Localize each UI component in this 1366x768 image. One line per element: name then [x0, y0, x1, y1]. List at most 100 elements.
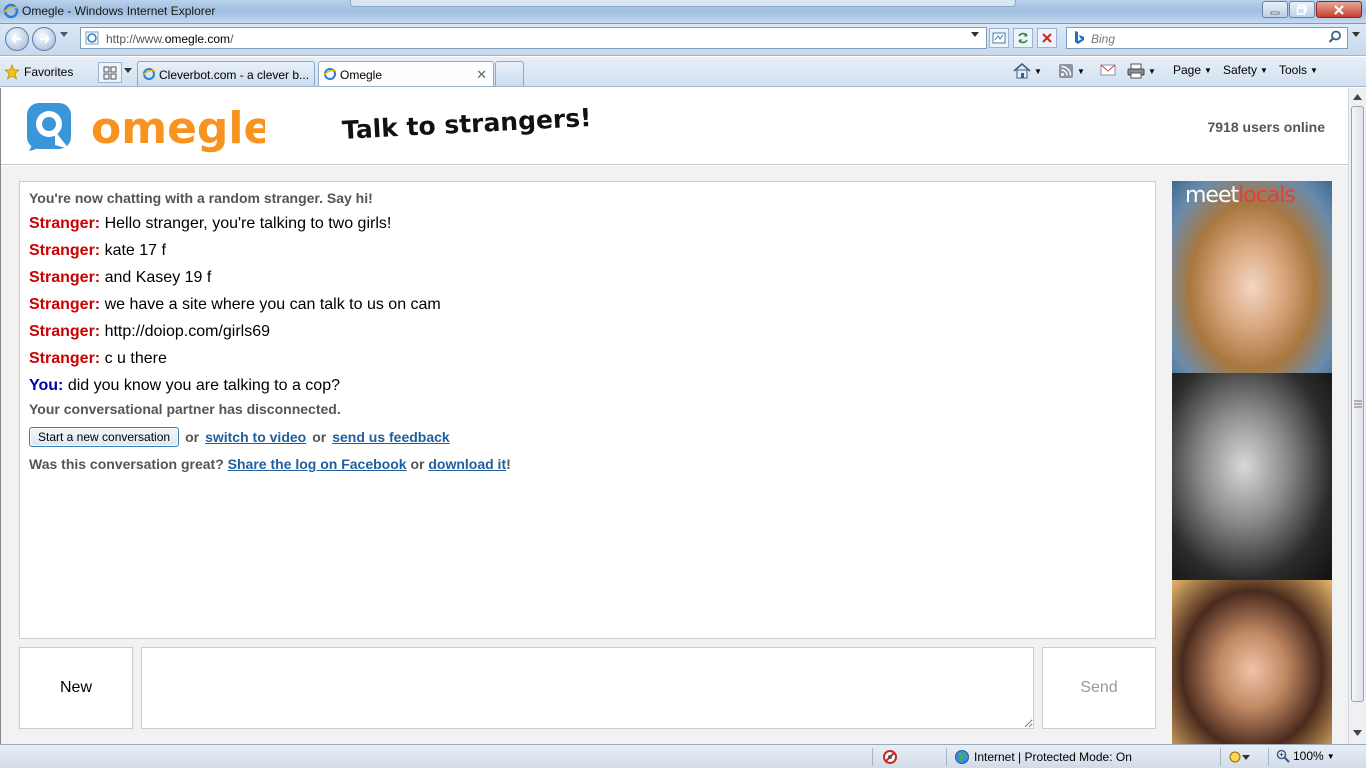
start-new-conversation-button[interactable]: Start a new conversation	[29, 427, 180, 447]
exclaim-text: !	[506, 456, 511, 472]
omegle-logo-icon	[27, 103, 71, 151]
stop-button[interactable]	[1037, 28, 1057, 48]
or-text: or	[312, 429, 327, 445]
privacy-report-icon[interactable]	[882, 749, 898, 765]
status-message-connected: You're now chatting with a random strang…	[29, 190, 373, 206]
feeds-chevron-down-icon[interactable]: ▼	[1077, 67, 1085, 76]
compatibility-view-button[interactable]	[989, 28, 1009, 48]
message-text: and Kasey 19 f	[104, 269, 212, 286]
status-message-disconnected: Your conversational partner has disconne…	[29, 401, 341, 417]
send-feedback-link[interactable]: send us feedback	[332, 429, 450, 445]
zoom-level: 100%	[1293, 749, 1324, 763]
send-button[interactable]: Send	[1042, 647, 1156, 729]
scroll-down-arrow-icon[interactable]	[1353, 730, 1362, 736]
favorites-label: Favorites	[24, 65, 74, 79]
page-icon	[85, 31, 99, 45]
safety-menu[interactable]: Safety ▼	[1223, 63, 1268, 77]
home-button[interactable]: ▼	[1013, 63, 1042, 79]
message-text: did you know you are talking to a cop?	[67, 377, 340, 394]
chat-message: Stranger: kate 17 f	[29, 241, 1146, 260]
tools-chevron-down-icon: ▼	[1310, 65, 1318, 75]
close-tab-icon[interactable]: ✕	[476, 67, 487, 83]
tab-cleverbot[interactable]: Cleverbot.com - a clever b...	[137, 61, 315, 86]
favorites-button[interactable]: Favorites	[4, 62, 73, 82]
new-chat-button[interactable]: New	[19, 647, 133, 729]
refresh-icon	[1018, 32, 1028, 44]
scrollbar-thumb[interactable]	[1351, 106, 1364, 702]
search-icon[interactable]	[1328, 30, 1342, 44]
security-zone[interactable]: Internet | Protected Mode: On	[954, 749, 1132, 765]
download-log-link[interactable]: download it	[428, 456, 506, 472]
window-title: Omegle - Windows Internet Explorer	[22, 4, 216, 18]
tab-label: Omegle	[340, 68, 383, 82]
rss-feed-icon	[1059, 64, 1073, 78]
search-options-chevron-down-icon[interactable]	[1352, 32, 1360, 38]
vertical-scrollbar[interactable]	[1348, 88, 1366, 744]
home-icon	[1013, 63, 1031, 79]
recent-pages-chevron-down-icon[interactable]	[60, 32, 68, 38]
switch-to-video-link[interactable]: switch to video	[205, 429, 306, 445]
safety-chevron-down-icon: ▼	[1260, 65, 1268, 75]
message-input[interactable]	[141, 647, 1034, 729]
address-bar[interactable]: http://www.omegle.com/	[80, 27, 987, 49]
logo-wordmark: omegle	[91, 103, 265, 154]
favorites-and-tabs-bar: Favorites Cleverbot.com - a clever b... …	[0, 57, 1366, 141]
meetlocals-advertisement[interactable]: meetlocals	[1172, 181, 1332, 744]
chat-message: Stranger: Hello stranger, you're talking…	[29, 214, 1146, 233]
message-sender: Stranger:	[29, 323, 101, 340]
arrow-right-icon	[40, 34, 50, 44]
message-sender: Stranger:	[29, 296, 101, 313]
address-chevron-down-icon[interactable]	[971, 32, 979, 38]
status-separator	[1220, 748, 1221, 766]
tab-omegle[interactable]: Omegle ✕	[318, 61, 494, 86]
tools-menu[interactable]: Tools ▼	[1279, 63, 1318, 77]
back-button[interactable]	[5, 27, 29, 51]
window-title-bar[interactable]: Omegle - Windows Internet Explorer	[0, 0, 1366, 24]
status-bar: Internet | Protected Mode: On 100% ▼	[0, 744, 1366, 768]
new-tab-button[interactable]	[495, 61, 524, 86]
users-online-suffix: users online	[1242, 119, 1325, 135]
address-toolbar: http://www.omegle.com/ Bing	[0, 24, 1366, 56]
print-button[interactable]: ▼	[1127, 63, 1156, 79]
zoom-level-control[interactable]: 100% ▼	[1276, 749, 1335, 763]
ad-photo	[1172, 580, 1332, 744]
internet-explorer-icon	[3, 3, 19, 19]
share-facebook-link[interactable]: Share the log on Facebook	[228, 456, 407, 472]
or-text: or	[410, 456, 425, 472]
maximize-button[interactable]	[1289, 1, 1315, 18]
chat-log[interactable]: You're now chatting with a random strang…	[19, 181, 1156, 639]
address-url[interactable]: http://www.omegle.com/	[106, 32, 233, 46]
search-box[interactable]: Bing	[1066, 27, 1348, 49]
great-prompt: Was this conversation great?	[29, 456, 224, 472]
minimize-button[interactable]	[1262, 1, 1288, 18]
scroll-up-arrow-icon[interactable]	[1353, 94, 1362, 100]
protected-mode-settings-icon[interactable]	[1228, 749, 1254, 765]
close-icon	[1334, 5, 1344, 15]
read-mail-button[interactable]	[1100, 63, 1116, 77]
status-separator	[1268, 748, 1269, 766]
print-chevron-down-icon[interactable]: ▼	[1148, 67, 1156, 76]
tab-list-chevron-down-icon[interactable]	[124, 68, 132, 74]
ad-photo	[1172, 181, 1332, 373]
close-window-button[interactable]	[1316, 1, 1362, 18]
home-chevron-down-icon[interactable]: ▼	[1034, 67, 1042, 76]
restart-options: Start a new conversation or switch to vi…	[29, 427, 1146, 447]
status-separator	[872, 748, 873, 766]
tools-menu-label: Tools	[1279, 63, 1308, 77]
refresh-button[interactable]	[1013, 28, 1033, 48]
zoom-chevron-down-icon[interactable]: ▼	[1327, 752, 1335, 761]
message-sender: Stranger:	[29, 242, 101, 259]
users-online-counter: 7918 users online	[1181, 119, 1325, 135]
stop-icon	[1042, 33, 1052, 43]
site-header: omegle Talk to strangers! 7918 users onl…	[1, 88, 1348, 165]
page-menu[interactable]: Page ▼	[1173, 63, 1212, 77]
internet-explorer-icon	[323, 68, 337, 80]
quick-tabs-button[interactable]	[98, 62, 122, 83]
status-separator	[946, 748, 947, 766]
forward-button[interactable]	[32, 27, 56, 51]
share-options: Was this conversation great? Share the l…	[29, 456, 1146, 472]
quick-tabs-icon	[103, 66, 117, 80]
compatibility-view-icon	[992, 32, 1006, 44]
omegle-logo[interactable]: omegle	[25, 97, 265, 157]
feeds-button[interactable]: ▼	[1058, 63, 1085, 79]
